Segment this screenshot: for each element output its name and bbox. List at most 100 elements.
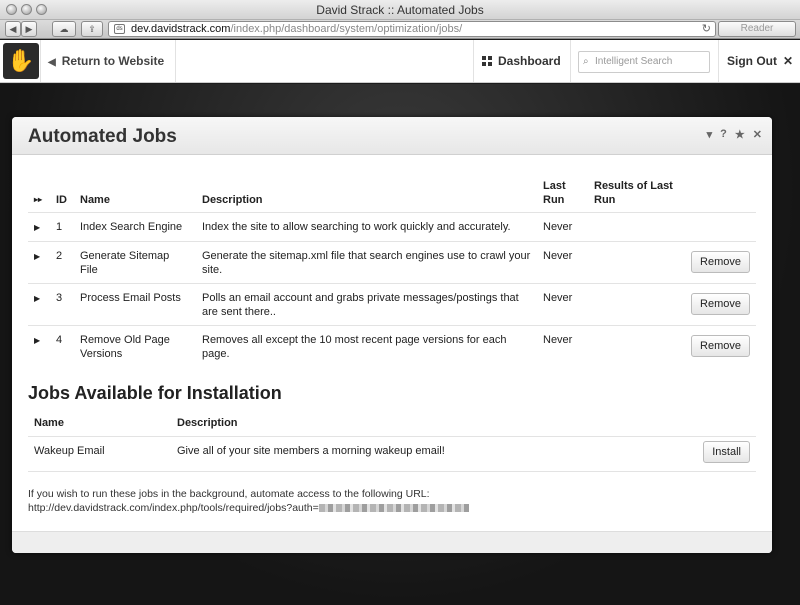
cron-url[interactable]: http://dev.davidstrack.com/index.php/too… — [28, 501, 469, 515]
job-last-run: Never — [537, 212, 588, 242]
job-actions: Remove — [683, 283, 756, 326]
chevron-down-icon[interactable]: ▾ — [707, 128, 713, 141]
job-actions: Remove — [683, 241, 756, 284]
col-description: Description — [202, 194, 263, 206]
url-path: /index.php/dashboard/system/optimization… — [230, 23, 463, 35]
window-title: David Strack :: Automated Jobs — [316, 3, 484, 17]
cloud-icon: ☁ — [59, 24, 69, 34]
available-job-actions: Install — [691, 436, 756, 472]
table-row: ▶ 3 Process Email Posts Polls an email a… — [28, 283, 756, 326]
search-placeholder: Intelligent Search — [595, 56, 673, 67]
remove-button[interactable]: Remove — [691, 334, 750, 357]
col-description: Description — [177, 417, 238, 429]
remove-button[interactable]: Remove — [691, 250, 750, 273]
jobs-table: ▸▸ ID Name Description Last Run Results … — [28, 175, 756, 368]
panel-controls: ▾ ? ★ ✕ — [707, 128, 762, 141]
forward-button[interactable]: ▶ — [21, 21, 37, 37]
panel-footer — [12, 531, 772, 553]
browser-titlebar: David Strack :: Automated Jobs — [0, 0, 800, 20]
job-results — [588, 283, 683, 326]
address-bar[interactable]: ds dev.davidstrack.com/index.php/dashboar… — [108, 21, 716, 37]
table-header-row: ▸▸ ID Name Description Last Run Results … — [28, 175, 756, 213]
job-results — [588, 212, 683, 242]
job-actions: Remove — [683, 325, 756, 368]
available-jobs-heading: Jobs Available for Installation — [28, 383, 282, 403]
reload-icon[interactable]: ↻ — [702, 22, 711, 36]
share-button[interactable]: ⇪ — [81, 21, 103, 37]
caret-right-icon: ▶ — [34, 294, 41, 303]
expand-row-toggle[interactable]: ▶ — [28, 325, 50, 368]
back-button[interactable]: ◀ — [5, 21, 21, 37]
job-last-run: Never — [537, 325, 588, 368]
back-arrow-icon: ◀ — [9, 24, 17, 34]
sign-out-link[interactable]: Sign Out ✕ — [727, 54, 793, 68]
share-icon: ⇪ — [88, 24, 96, 34]
caret-right-icon: ▶ — [34, 252, 41, 261]
remove-button[interactable]: Remove — [691, 292, 750, 315]
expand-row-toggle[interactable]: ▶ — [28, 283, 50, 326]
url-host: dev.davidstrack.com — [131, 23, 231, 35]
panel-header: Automated Jobs ▾ ? ★ ✕ — [12, 117, 772, 155]
cms-toolbar: ✋ ◀ Return to Website Dashboard ⌕ Intellig… — [0, 40, 800, 83]
job-name: Remove Old Page Versions — [74, 325, 196, 368]
col-name: Name — [34, 417, 64, 429]
col-id: ID — [56, 194, 67, 206]
page-title: Automated Jobs — [28, 126, 177, 147]
dashboard-link[interactable]: Dashboard — [482, 54, 561, 68]
return-label: Return to Website — [61, 54, 165, 68]
table-header-row: Name Description — [28, 413, 756, 437]
grid-icon — [482, 56, 492, 66]
job-last-run: Never — [537, 241, 588, 284]
icloud-button[interactable]: ☁ — [52, 21, 76, 37]
col-name: Name — [80, 194, 110, 206]
divider — [473, 40, 474, 82]
caret-right-icon: ▶ — [34, 336, 41, 345]
job-description: Removes all except the 10 most recent pa… — [196, 325, 537, 368]
close-icon[interactable]: ✕ — [753, 128, 762, 141]
job-last-run: Never — [537, 283, 588, 326]
expand-row-toggle[interactable]: ▶ — [28, 212, 50, 242]
job-name: Process Email Posts — [74, 283, 196, 326]
expand-row-toggle[interactable]: ▶ — [28, 241, 50, 284]
browser-toolbar: ◀ ▶ ☁ ⇪ ds dev.davidstrack.com/index.php/… — [0, 20, 800, 39]
intelligent-search-input[interactable]: ⌕ Intelligent Search — [578, 51, 710, 73]
divider — [718, 40, 719, 82]
table-row: ▶ 2 Generate Sitemap File Generate the s… — [28, 241, 756, 284]
divider — [175, 40, 176, 82]
expand-all-toggle[interactable]: ▸▸ — [28, 175, 50, 213]
job-id: 2 — [50, 241, 74, 284]
job-id: 1 — [50, 212, 74, 242]
background-run-note: If you wish to run these jobs in the bac… — [28, 487, 469, 515]
note-text: If you wish to run these jobs in the bac… — [28, 488, 430, 500]
install-button[interactable]: Install — [703, 441, 750, 463]
reader-button[interactable]: Reader — [718, 21, 796, 37]
cron-url-text: http://dev.davidstrack.com/index.php/too… — [28, 502, 319, 514]
available-job-description: Give all of your site members a morning … — [171, 436, 691, 472]
automated-jobs-panel: Automated Jobs ▾ ? ★ ✕ ▸▸ ID Name Descri… — [12, 117, 772, 553]
table-row: ▶ 4 Remove Old Page Versions Removes all… — [28, 325, 756, 368]
caret-right-icon: ▶ — [34, 223, 41, 232]
dashboard-label: Dashboard — [498, 54, 561, 68]
double-arrow-icon: ▸▸ — [34, 195, 43, 204]
job-actions — [683, 212, 756, 242]
table-row: ▶ 1 Index Search Engine Index the site t… — [28, 212, 756, 242]
forward-arrow-icon: ▶ — [25, 24, 33, 34]
back-arrow-icon: ◀ — [48, 57, 56, 68]
site-favicon-icon: ds — [114, 24, 125, 34]
star-icon[interactable]: ★ — [735, 128, 745, 141]
job-description: Polls an email account and grabs private… — [196, 283, 537, 326]
available-job-name: Wakeup Email — [28, 436, 171, 472]
divider — [570, 40, 571, 82]
concrete5-logo-icon[interactable]: ✋ — [3, 43, 39, 79]
divider — [40, 40, 41, 82]
col-results: Results of Last Run — [594, 180, 673, 206]
job-id: 4 — [50, 325, 74, 368]
job-name: Generate Sitemap File — [74, 241, 196, 284]
col-last-run: Last Run — [543, 180, 566, 206]
job-description: Index the site to allow searching to wor… — [196, 212, 537, 242]
close-icon: ✕ — [783, 54, 794, 68]
job-description: Generate the sitemap.xml file that searc… — [196, 241, 537, 284]
return-to-website-link[interactable]: ◀ Return to Website — [48, 54, 164, 68]
job-results — [588, 241, 683, 284]
help-icon[interactable]: ? — [720, 128, 727, 141]
